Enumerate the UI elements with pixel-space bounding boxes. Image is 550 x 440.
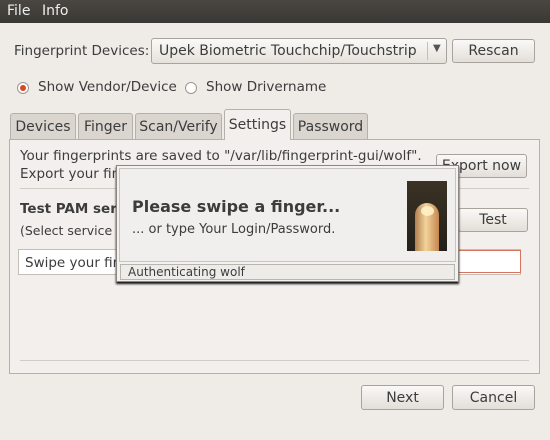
chevron-down-icon: ▼ <box>433 43 441 54</box>
export-description-text: Export your fing <box>20 166 129 182</box>
fingerprint-save-path-text: Your fingerprints are saved to "/var/lib… <box>20 148 422 164</box>
menu-bar: File Info <box>0 0 550 23</box>
pam-service-hint: (Select service t <box>20 223 122 238</box>
tab-settings[interactable]: Settings <box>224 109 291 140</box>
popup-title: Please swipe a finger... <box>132 197 341 216</box>
vendor-device-label: Show Vendor/Device <box>38 79 177 95</box>
authentication-status: Authenticating wolf <box>128 265 245 279</box>
drivername-radio[interactable] <box>185 82 197 94</box>
selected-device-text: Upek Biometric Touchchip/Touchstrip Fing… <box>159 43 421 59</box>
file-menu[interactable]: File <box>7 3 30 19</box>
fingerprint-device-dropdown[interactable]: Upek Biometric Touchchip/Touchstrip Fing… <box>151 38 447 64</box>
tab-devices[interactable]: Devices <box>10 113 76 139</box>
popup-content: Please swipe a finger... ... or type You… <box>119 168 456 262</box>
bottom-divider <box>20 360 529 361</box>
finger-icon <box>407 181 447 251</box>
dropdown-separator <box>427 42 428 60</box>
test-pam-heading: Test PAM ser <box>20 201 117 217</box>
popup-status-bar: Authenticating wolf <box>120 264 455 280</box>
tab-scan-verify[interactable]: Scan/Verify <box>135 113 222 139</box>
rescan-button[interactable]: Rescan <box>452 39 535 63</box>
tab-finger[interactable]: Finger <box>78 113 133 139</box>
drivername-label: Show Drivername <box>206 79 327 95</box>
cancel-button[interactable]: Cancel <box>452 385 535 410</box>
fingerprint-devices-label: Fingerprint Devices: <box>14 43 150 59</box>
authentication-popup: Please swipe a finger... ... or type You… <box>116 165 459 282</box>
next-button[interactable]: Next <box>361 385 444 410</box>
tab-password[interactable]: Password <box>293 113 368 139</box>
vendor-device-radio[interactable] <box>17 82 29 94</box>
swipe-status-text: Swipe your fin <box>25 255 122 271</box>
popup-subtitle: ... or type Your Login/Password. <box>132 222 336 237</box>
test-button[interactable]: Test <box>458 208 528 232</box>
info-menu[interactable]: Info <box>42 3 69 19</box>
